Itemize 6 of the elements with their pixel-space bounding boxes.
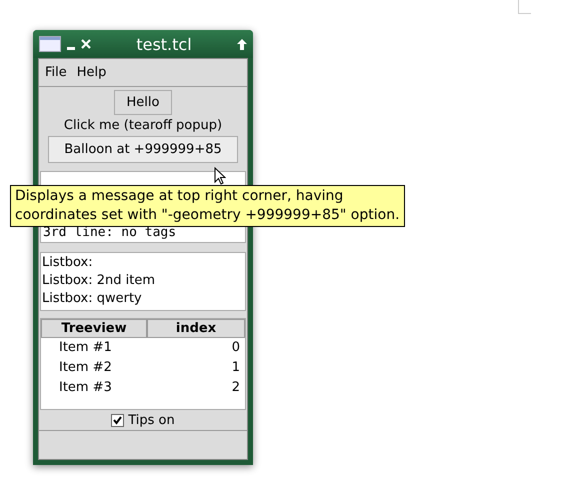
tooltip-line: Displays a message at top right corner, having bbox=[15, 187, 344, 206]
index-cell-text: 0 bbox=[230, 339, 241, 357]
window-title: test.tcl bbox=[135, 34, 193, 54]
tooltip-line: coordinates set with "-geometry +999999+85" option. bbox=[15, 206, 400, 225]
index-cell-text: 1 bbox=[230, 359, 241, 377]
index-cell-text: 2 bbox=[230, 379, 241, 397]
